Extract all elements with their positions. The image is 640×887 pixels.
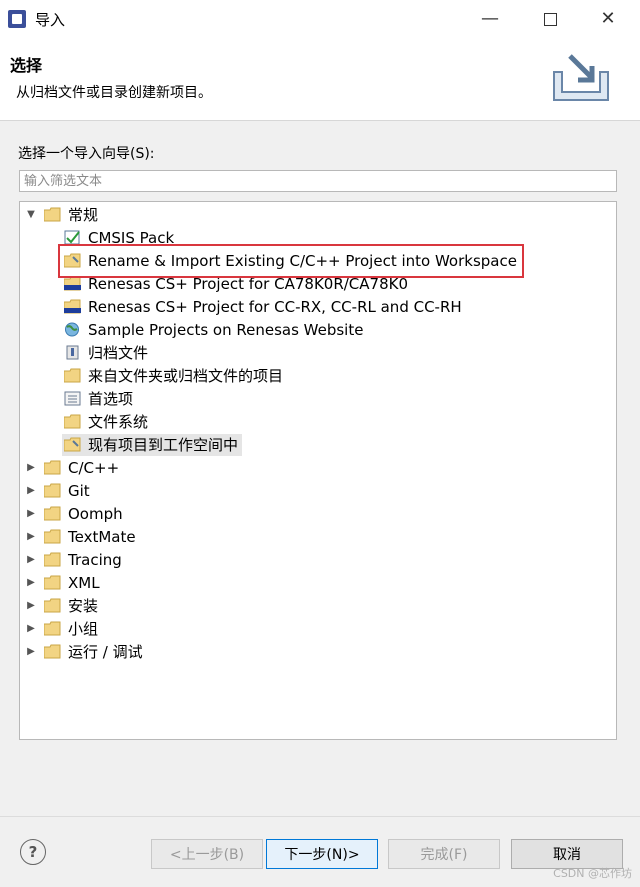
tree-label: TextMate [68,528,136,546]
folder-open-icon [44,207,61,222]
tree-label: 小组 [68,620,99,638]
chevron-down-icon[interactable]: ▼ [24,204,38,226]
tree-item-rename-import[interactable]: Rename & Import Existing C/C++ Project i… [64,250,544,272]
maximize-icon [543,12,557,26]
tree-label: Tracing [68,551,122,569]
tree-item-renesas-ca78k0[interactable]: Renesas CS+ Project for CA78K0R/CA78K0 [64,273,544,295]
import-wizard-icon [553,54,609,101]
tree-item-preferences[interactable]: 首选项 [64,388,544,410]
wizard-tree[interactable]: ▼ 常规 CMSIS Pack Rename & Import Existing… [19,201,617,740]
chevron-right-icon[interactable]: ▶ [24,572,38,594]
chevron-right-icon[interactable]: ▶ [24,526,38,548]
divider [0,816,640,817]
tree-item-renesas-cc[interactable]: Renesas CS+ Project for CC-RX, CC-RL and… [64,296,544,318]
tree-node-general[interactable]: ▼ 常规 [24,204,324,226]
tree-node-git[interactable]: ▶ Git [24,480,324,502]
chevron-right-icon[interactable]: ▶ [24,480,38,502]
folder-icon [44,529,61,544]
folder-icon [44,483,61,498]
filter-input[interactable] [19,170,617,192]
tree-item-sample-projects[interactable]: Sample Projects on Renesas Website [64,319,544,341]
maximize-button[interactable] [530,6,570,32]
folder-icon [64,414,81,429]
back-button[interactable]: <上一步(B) [151,839,263,869]
globe-icon [65,322,79,337]
tree-item-folder-archive[interactable]: 来自文件夹或归档文件的项目 [64,365,544,387]
tree-item-cmsis-pack[interactable]: CMSIS Pack [64,227,544,249]
chevron-right-icon[interactable]: ▶ [24,549,38,571]
title-bar: 导入 — ✕ [0,0,640,38]
tree-node-oomph[interactable]: ▶ Oomph [24,503,324,525]
tree-node-cpp[interactable]: ▶ C/C++ [24,457,324,479]
wizard-select-label: 选择一个导入向导(S): [18,146,155,162]
tree-label: Rename & Import Existing C/C++ Project i… [88,252,517,270]
folder-icon [64,368,81,383]
chevron-right-icon[interactable]: ▶ [24,618,38,640]
tree-node-textmate[interactable]: ▶ TextMate [24,526,324,548]
help-icon[interactable]: ? [20,839,46,865]
folder-icon [44,506,61,521]
preferences-icon [64,391,81,406]
tree-label: CMSIS Pack [88,229,175,247]
tree-node-tracing[interactable]: ▶ Tracing [24,549,324,571]
tree-label: 来自文件夹或归档文件的项目 [88,367,284,385]
close-button[interactable]: ✕ [588,6,628,32]
folder-icon [44,460,61,475]
tree-label: Oomph [68,505,123,523]
tree-label: Renesas CS+ Project for CA78K0R/CA78K0 [88,275,408,293]
chevron-right-icon[interactable]: ▶ [24,457,38,479]
tree-item-filesystem[interactable]: 文件系统 [64,411,544,433]
tree-node-team[interactable]: ▶ 小组 [24,618,324,640]
folder-icon [44,552,61,567]
wizard-banner: 选择 从归档文件或目录创建新项目。 [0,38,640,121]
tree-label: XML [68,574,100,592]
renesas-folder-icon [64,299,81,314]
tree-node-xml[interactable]: ▶ XML [24,572,324,594]
import-project-icon [64,253,81,268]
renesas-folder-icon [64,276,81,291]
tree-label: C/C++ [68,459,120,477]
tree-label: 首选项 [88,390,134,408]
folder-icon [44,644,61,659]
banner-description: 从归档文件或目录创建新项目。 [16,85,212,101]
tree-label: Git [68,482,90,500]
minimize-button[interactable]: — [470,6,510,32]
import-project-icon [64,437,81,452]
banner-title: 选择 [10,56,43,75]
app-icon [8,10,26,28]
chevron-right-icon[interactable]: ▶ [24,595,38,617]
tree-item-existing-projects[interactable]: 现有项目到工作空间中 [62,434,242,456]
tree-label: 归档文件 [88,344,149,362]
folder-icon [44,621,61,636]
chevron-right-icon[interactable]: ▶ [24,641,38,663]
next-button[interactable]: 下一步(N)> [266,839,378,869]
window-title: 导入 [35,11,66,29]
tree-label: 安装 [68,597,99,615]
chevron-right-icon[interactable]: ▶ [24,503,38,525]
archive-icon [66,345,79,360]
tree-label: Renesas CS+ Project for CC-RX, CC-RL and… [88,298,462,316]
tree-label: 现有项目到工作空间中 [88,436,239,454]
tree-node-install[interactable]: ▶ 安装 [24,595,324,617]
checkbox-icon [64,230,80,245]
tree-label: 文件系统 [88,413,149,431]
finish-button[interactable]: 完成(F) [388,839,500,869]
tree-node-run-debug[interactable]: ▶ 运行 / 调试 [24,641,324,663]
folder-icon [44,598,61,613]
tree-label: Sample Projects on Renesas Website [88,321,364,339]
tree-label: 常规 [68,206,99,224]
tree-item-archive[interactable]: 归档文件 [64,342,544,364]
watermark: CSDN @芯作坊 [553,867,632,880]
folder-icon [44,575,61,590]
tree-label: 运行 / 调试 [68,643,143,661]
